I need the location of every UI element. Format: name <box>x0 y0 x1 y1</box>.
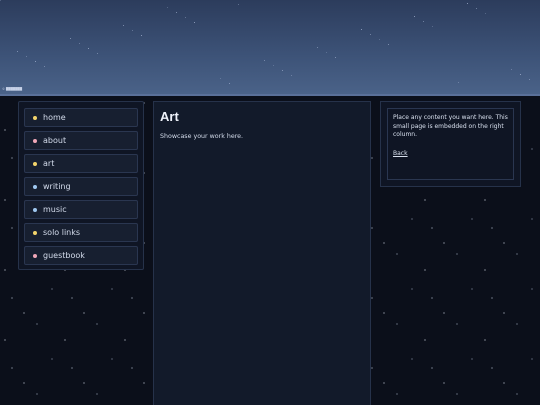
star-decoration <box>423 21 424 22</box>
star-decoration <box>70 38 71 39</box>
right-sidebar: Place any content you want here. This sm… <box>380 101 521 187</box>
nav-item-label: writing <box>43 182 71 191</box>
star-decoration <box>432 26 433 27</box>
header-banner: © ███████ <box>0 0 540 96</box>
star-decoration <box>485 13 486 14</box>
star-decoration <box>88 48 89 49</box>
star-decoration <box>220 78 221 79</box>
star-decoration <box>229 83 230 84</box>
bullet-icon <box>33 230 37 235</box>
star-decoration <box>273 65 274 66</box>
star-decoration <box>44 66 45 67</box>
nav-item-label: guestbook <box>43 251 85 260</box>
star-decoration <box>141 35 142 36</box>
nav-item-music[interactable]: music <box>24 200 138 219</box>
nav-item-writing[interactable]: writing <box>24 177 138 196</box>
star-decoration <box>35 61 36 62</box>
star-decoration <box>370 34 371 35</box>
star-decoration <box>185 17 186 18</box>
nav-item-home[interactable]: home <box>24 108 138 127</box>
bullet-icon <box>33 115 37 120</box>
star-decoration <box>26 56 27 57</box>
nav-item-guestbook[interactable]: guestbook <box>24 246 138 265</box>
star-decoration <box>317 47 318 48</box>
nav-item-label: about <box>43 136 67 145</box>
star-decoration <box>167 7 168 8</box>
nav-item-solo-links[interactable]: solo links <box>24 223 138 242</box>
star-decoration <box>326 52 327 53</box>
page-body-text: Showcase your work here. <box>160 133 244 140</box>
star-decoration <box>282 70 283 71</box>
star-decoration <box>123 25 124 26</box>
bullet-icon <box>33 161 37 166</box>
star-decoration <box>97 53 98 54</box>
star-decoration <box>520 74 521 75</box>
star-decoration <box>379 39 380 40</box>
nav-item-label: solo links <box>43 228 81 237</box>
back-link[interactable]: Back <box>393 150 408 157</box>
nav-item-label: home <box>43 113 66 122</box>
bullet-icon <box>33 207 37 212</box>
nav-item-label: art <box>43 159 55 168</box>
star-decoration <box>361 29 362 30</box>
star-decoration <box>264 60 265 61</box>
star-decoration <box>176 12 177 13</box>
star-decoration <box>476 8 477 9</box>
bullet-icon <box>33 253 37 258</box>
star-decoration <box>17 51 18 52</box>
star-decoration <box>194 22 195 23</box>
nav-sidebar: home about art writing music solo links … <box>18 101 144 270</box>
star-decoration <box>467 3 468 4</box>
bullet-icon <box>33 184 37 189</box>
banner-credit: © ███████ <box>2 87 23 91</box>
nav-item-art[interactable]: art <box>24 154 138 173</box>
star-decoration <box>414 16 415 17</box>
star-decoration <box>0 0 1 1</box>
star-decoration <box>388 44 389 45</box>
embedded-page: Place any content you want here. This sm… <box>387 108 514 180</box>
star-decoration <box>132 30 133 31</box>
star-decoration <box>529 79 530 80</box>
nav-item-label: music <box>43 205 67 214</box>
star-decoration <box>238 4 239 5</box>
page-title: Art <box>160 109 179 124</box>
bullet-icon <box>33 138 37 143</box>
main-content: Art Showcase your work here. <box>153 101 371 405</box>
sidebar-text: Place any content you want here. This sm… <box>393 114 508 138</box>
star-decoration <box>335 57 336 58</box>
star-decoration <box>458 82 459 83</box>
star-decoration <box>511 69 512 70</box>
star-decoration <box>79 43 80 44</box>
nav-item-about[interactable]: about <box>24 131 138 150</box>
star-decoration <box>291 75 292 76</box>
